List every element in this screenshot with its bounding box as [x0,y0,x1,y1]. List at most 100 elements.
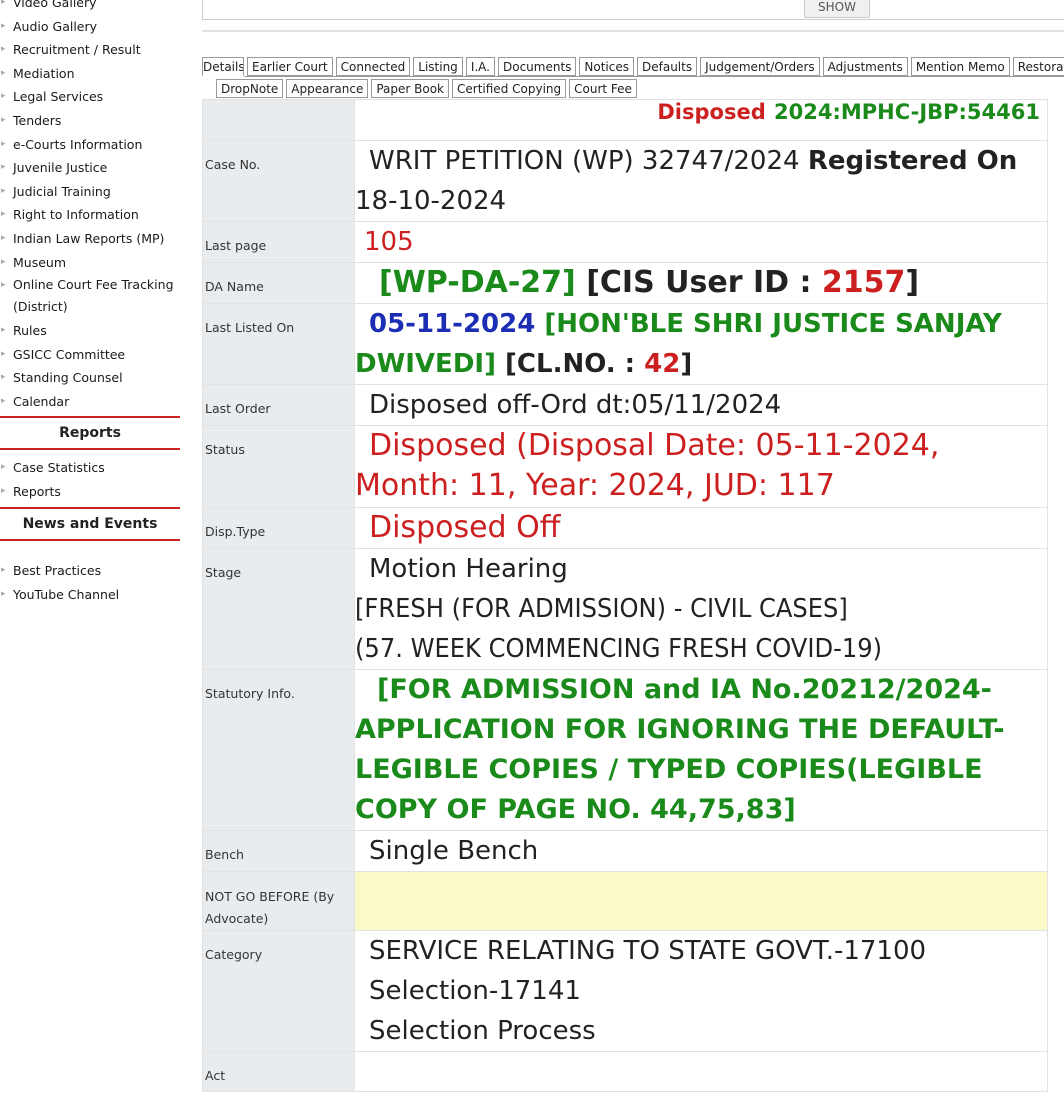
sidebar-item-label: Juvenile Justice [13,160,108,176]
bullet-arrow-icon: ▸ [1,256,6,267]
row-status: Status Disposed (Disposal Date: 05-11-20… [202,425,1048,508]
sidebar-item-right-to-information[interactable]: ▸ Right to Information [0,203,190,227]
bullet-arrow-icon: ▸ [1,67,6,78]
cis-user-id: 2157 [821,265,906,300]
row-statutory: Statutory Info. [FOR ADMISSION and IA No… [202,669,1048,831]
sidebar-item-label: Online Court Fee Tracking (District) [13,277,174,315]
tab-restoration[interactable]: Restoration [1012,57,1064,76]
bullet-arrow-icon: ▸ [1,162,6,173]
sidebar-item-best-practices[interactable]: ▸ Best Practices [0,559,190,583]
tab-details[interactable]: Details [202,57,244,76]
cause-list-number: 42 [644,349,681,379]
row-last-order: Last Order Disposed off-Ord dt:05/11/202… [202,384,1048,426]
label-act: Act [205,1068,226,1083]
bullet-arrow-icon: ▸ [1,565,6,575]
header-label-cell [202,99,355,141]
last-listed-value: 05-11-2024 [HON'BLE SHRI JUSTICE SANJAY … [355,304,1047,384]
sidebar-item-label: Museum [13,254,67,270]
sidebar-item-gsicc-committee[interactable]: ▸ GSICC Committee [0,343,190,367]
tab-bar-row-2: DropNote Appearance Paper Book Certified Co… [216,79,640,99]
neutral-citation: 2024:MPHC-JBP:54461 [774,100,1040,124]
row-stage: Stage Motion Hearing [FRESH (FOR ADMISSI… [202,548,1048,670]
disp-type-value: Disposed Off [369,510,561,545]
disposed-flag: Disposed [657,100,766,124]
bullet-arrow-icon: ▸ [1,372,6,383]
tab-mention-memo[interactable]: Mention Memo [910,57,1010,76]
sidebar: ▸ Video Gallery ▸ Audio Gallery ▸ Recruitment… [0,0,190,1100]
sidebar-item-juvenile-justice[interactable]: ▸ Juvenile Justice [0,156,190,180]
tab-adjustments[interactable]: Adjustments [822,57,908,76]
bullet-arrow-icon: ▸ [1,20,6,31]
sidebar-item-tenders[interactable]: ▸ Tenders [0,109,190,133]
sidebar-item-legal-services[interactable]: ▸ Legal Services [0,85,190,109]
case-details-table: Disposed 2024:MPHC-JBP:54461 Case No. WR… [202,99,1048,1092]
tab-paper-book[interactable]: Paper Book [371,79,450,98]
label-not-go-before: NOT GO BEFORE (By Advocate) [205,889,335,926]
tab-connected[interactable]: Connected [335,57,411,76]
tab-certified-copying[interactable]: Certified Copying [452,79,567,98]
row-case-no: Case No. WRIT PETITION (WP) 32747/2024 R… [202,140,1048,222]
sidebar-item-rules[interactable]: ▸ Rules [0,319,190,343]
tab-judgement-orders[interactable]: Judgement/Orders [700,57,820,76]
tab-earlier-court[interactable]: Earlier Court [247,57,333,76]
bullet-arrow-icon: ▸ [1,395,6,406]
label-status: Status [205,442,245,457]
sidebar-item-standing-counsel[interactable]: ▸ Standing Counsel [0,366,190,390]
sidebar-item-online-court-fee-tracking-district[interactable]: ▸ Online Court Fee Tracking (District) [0,274,190,319]
sidebar-item-label: Mediation [13,65,75,81]
tab-bar-row-1: Details Earlier Court Connected Listing I.A.… [202,57,1064,77]
bullet-arrow-icon: ▸ [1,325,6,336]
bullet-arrow-icon: ▸ [1,485,6,496]
tab-i-a[interactable]: I.A. [465,57,495,76]
top-search-panel: SHOW [202,0,1064,20]
stage-line-1: Motion Hearing [369,554,568,584]
sidebar-item-case-statistics[interactable]: ▸ Case Statistics [0,456,190,480]
bullet-arrow-icon: ▸ [1,0,6,7]
sidebar-item-label: e-Courts Information [13,136,143,152]
sidebar-item-e-courts-information[interactable]: ▸ e-Courts Information [0,133,190,157]
sidebar-item-audio-gallery[interactable]: ▸ Audio Gallery [0,15,190,39]
cis-prefix: [CIS User ID : [586,265,812,300]
sidebar-item-museum[interactable]: ▸ Museum [0,251,190,275]
tab-appearance[interactable]: Appearance [286,79,369,98]
sidebar-item-label: Rules [13,323,47,339]
tab-dropnote[interactable]: DropNote [216,79,284,98]
tab-notices[interactable]: Notices [579,57,634,76]
bullet-arrow-icon: ▸ [1,185,6,196]
sidebar-item-label: Right to Information [13,207,139,223]
sidebar-item-label: Audio Gallery [13,18,98,34]
sidebar-item-indian-law-reports-mp[interactable]: ▸ Indian Law Reports (MP) [0,227,190,251]
tab-listing[interactable]: Listing [413,57,463,76]
sidebar-item-label: Case Statistics [13,460,105,475]
row-last-listed: Last Listed On 05-11-2024 [HON'BLE SHRI … [202,303,1048,385]
bullet-arrow-icon: ▸ [1,138,6,149]
stage-line-2: [FRESH (FOR ADMISSION) - CIVIL CASES] [355,594,848,624]
tab-defaults[interactable]: Defaults [637,57,698,76]
label-bench: Bench [205,847,244,862]
label-category: Category [205,947,263,962]
sidebar-item-video-gallery[interactable]: ▸ Video Gallery [0,0,190,15]
sidebar-item-label: Indian Law Reports (MP) [13,230,165,246]
statutory-info-value: [FOR ADMISSION and IA No.20212/2024-APPL… [355,674,1005,825]
sidebar-item-label: Video Gallery [13,0,97,10]
sidebar-item-mediation[interactable]: ▸ Mediation [0,62,190,86]
tab-documents[interactable]: Documents [497,57,577,76]
sidebar-item-calendar[interactable]: ▸ Calendar [0,390,190,414]
sidebar-item-judicial-training[interactable]: ▸ Judicial Training [0,180,190,204]
sidebar-news-list: ▸ Best Practices ▸ YouTube Channel [0,559,190,606]
category-value: SERVICE RELATING TO STATE GOVT.-17100 Se… [355,931,1047,1051]
cis-suffix: ] [905,265,920,300]
tab-court-fee[interactable]: Court Fee [569,79,637,98]
label-last-listed: Last Listed On [205,320,295,335]
sidebar-item-label: Reports [13,483,61,499]
sidebar-item-youtube-channel[interactable]: ▸ YouTube Channel [0,583,190,607]
header-value-cell: Disposed 2024:MPHC-JBP:54461 [354,99,1048,141]
da-name-value: [WP-DA-27] [CIS User ID : 2157] [355,263,1047,303]
show-button[interactable]: SHOW [804,0,870,18]
last-page-value: 105 [364,227,414,257]
sidebar-item-reports[interactable]: ▸ Reports [0,480,190,504]
sidebar-item-recruitment-result[interactable]: ▸ Recruitment / Result [0,38,190,62]
category-line-3: Selection Process [369,1016,596,1046]
last-order-value: Disposed off-Ord dt:05/11/2024 [369,390,782,420]
row-act: Act [202,1051,1048,1092]
